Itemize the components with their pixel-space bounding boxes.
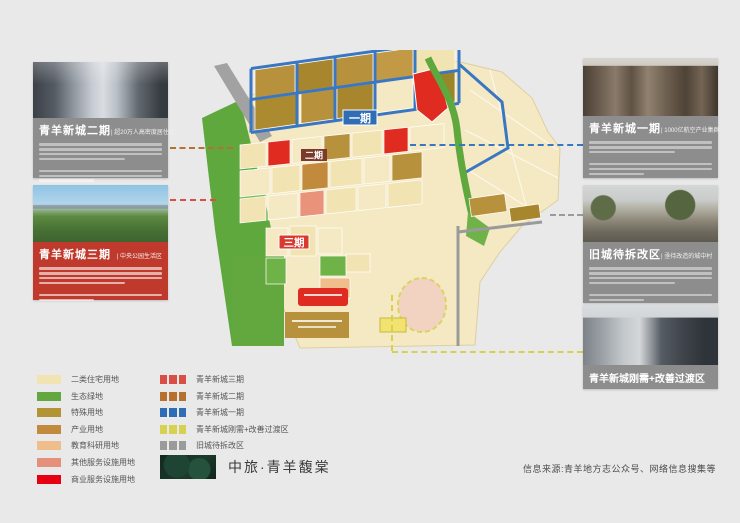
legend-row: 青羊新城三期 bbox=[160, 374, 289, 385]
panel-oldtown-title: 旧城待拆改区 bbox=[589, 246, 661, 262]
map-phase2-badge: 二期 bbox=[301, 149, 327, 161]
legend-row: 教育科研用地 bbox=[37, 440, 135, 451]
connector-oldtown bbox=[550, 214, 583, 216]
legend-row: 产业用地 bbox=[37, 424, 135, 435]
map-phase3-label: 三期 bbox=[284, 236, 305, 249]
legend-row: 旧城待拆改区 bbox=[160, 440, 289, 451]
legend-zones: 青羊新城三期 青羊新城二期 青羊新城一期 青羊新城刚需+改善过渡区 旧城待拆改区 bbox=[160, 374, 289, 457]
panel-transition-title: 青羊新城刚需+改善过渡区 bbox=[589, 374, 705, 385]
panel-phase2-photo bbox=[33, 62, 168, 118]
legend-row: 商业服务设施用地 bbox=[37, 474, 135, 485]
legend-swatch-industry bbox=[37, 425, 61, 434]
panel-transition-photo bbox=[583, 305, 718, 365]
brand-thumbnail-image bbox=[160, 455, 216, 479]
source-note: 信息来源:青羊地方志公众号、网络信息搜集等 bbox=[523, 462, 716, 475]
legend-swatch-commercial bbox=[37, 475, 61, 484]
panel-phase1-photo bbox=[583, 58, 718, 116]
legend-swatch-residential bbox=[37, 375, 61, 384]
panel-phase3: 青羊新城三期 | 中央公园生活区 bbox=[33, 185, 168, 300]
connector-transition-v bbox=[391, 295, 393, 351]
legend-label: 生态绿地 bbox=[71, 391, 103, 402]
panel-phase3-title: 青羊新城三期 bbox=[39, 246, 111, 262]
legend-label: 特殊用地 bbox=[71, 407, 103, 418]
legend-label: 教育科研用地 bbox=[71, 440, 119, 451]
map-commercial-bar-text bbox=[304, 294, 342, 296]
map-yellow-parcel bbox=[380, 318, 406, 332]
panel-phase2-title: 青羊新城二期 bbox=[39, 122, 111, 138]
panel-oldtown-photo bbox=[583, 185, 718, 242]
legend-swatch-green bbox=[37, 392, 61, 401]
panel-phase1-title: 青羊新城一期 bbox=[589, 120, 661, 136]
panel-transition: 青羊新城刚需+改善过渡区 bbox=[583, 305, 718, 389]
legend-label: 青羊新城一期 bbox=[196, 407, 244, 418]
legend-label: 青羊新城三期 bbox=[196, 374, 244, 385]
connector-phase1 bbox=[410, 144, 583, 146]
map-logistics-text1 bbox=[292, 320, 342, 322]
legend-label: 其他服务设施用地 bbox=[71, 457, 135, 468]
connector-phase3 bbox=[170, 199, 216, 201]
panel-phase1-body bbox=[583, 137, 718, 183]
legend-label: 商业服务设施用地 bbox=[71, 474, 135, 485]
connector-phase2 bbox=[170, 147, 233, 149]
panel-oldtown-subtitle: | 亟待改造的城中村 bbox=[661, 251, 712, 260]
legend-zone-swatch-phase1 bbox=[160, 408, 186, 417]
panel-oldtown: 旧城待拆改区 | 亟待改造的城中村 bbox=[583, 185, 718, 303]
legend-row: 特殊用地 bbox=[37, 407, 135, 418]
legend-label: 青羊新城刚需+改善过渡区 bbox=[196, 424, 289, 435]
map-logistics-block bbox=[285, 312, 349, 338]
legend-zone-swatch-phase2 bbox=[160, 392, 186, 401]
legend-label: 青羊新城二期 bbox=[196, 391, 244, 402]
panel-phase1: 青羊新城一期 | 1000亿航空产业集群 bbox=[583, 58, 718, 178]
legend-row: 青羊新城刚需+改善过渡区 bbox=[160, 424, 289, 435]
planning-map: 一期 二期 三期 bbox=[170, 50, 590, 380]
panel-phase2: 青羊新城二期 | 超20万人高密度居住区 bbox=[33, 62, 168, 178]
panel-phase3-photo bbox=[33, 185, 168, 242]
legend-row: 青羊新城二期 bbox=[160, 391, 289, 402]
panel-phase2-subtitle: | 超20万人高密度居住区 bbox=[111, 127, 175, 136]
legend-zone-swatch-phase3 bbox=[160, 375, 186, 384]
legend-row: 青羊新城一期 bbox=[160, 407, 289, 418]
panel-phase2-body bbox=[33, 139, 168, 190]
connector-transition-h bbox=[392, 351, 583, 353]
legend-land-use: 二类住宅用地 生态绿地 特殊用地 产业用地 教育科研用地 其他服务设施用地 商业… bbox=[37, 374, 135, 490]
panel-phase1-subtitle: | 1000亿航空产业集群 bbox=[661, 125, 720, 134]
poster-canvas: 一期 二期 三期 青羊新城二期 | 超20万人高密度居住区 青羊新城三期 bbox=[0, 0, 740, 523]
map-phase3-badge: 三期 bbox=[279, 235, 309, 249]
panel-phase3-subtitle: | 中央公园生活区 bbox=[117, 251, 162, 260]
legend-swatch-other-services bbox=[37, 458, 61, 467]
map-logistics-text2 bbox=[298, 326, 336, 328]
legend-zone-swatch-transition bbox=[160, 425, 186, 434]
legend-label: 二类住宅用地 bbox=[71, 374, 119, 385]
map-commercial-bar bbox=[298, 288, 348, 306]
map-phase2-label: 二期 bbox=[305, 150, 323, 161]
panel-oldtown-body bbox=[583, 263, 718, 309]
legend-label: 旧城待拆改区 bbox=[196, 440, 244, 451]
legend-label: 产业用地 bbox=[71, 424, 103, 435]
legend-swatch-education bbox=[37, 441, 61, 450]
legend-row: 生态绿地 bbox=[37, 391, 135, 402]
brand-name: 中旅·青羊馥棠 bbox=[228, 457, 331, 477]
map-phase1-label: 一期 bbox=[349, 111, 371, 125]
legend-zone-swatch-oldtown bbox=[160, 441, 186, 450]
legend-row: 二类住宅用地 bbox=[37, 374, 135, 385]
legend-swatch-special bbox=[37, 408, 61, 417]
branding: 中旅·青羊馥棠 bbox=[160, 455, 331, 479]
panel-phase3-body bbox=[33, 263, 168, 309]
map-phase1-badge: 一期 bbox=[343, 110, 377, 125]
legend-row: 其他服务设施用地 bbox=[37, 457, 135, 468]
